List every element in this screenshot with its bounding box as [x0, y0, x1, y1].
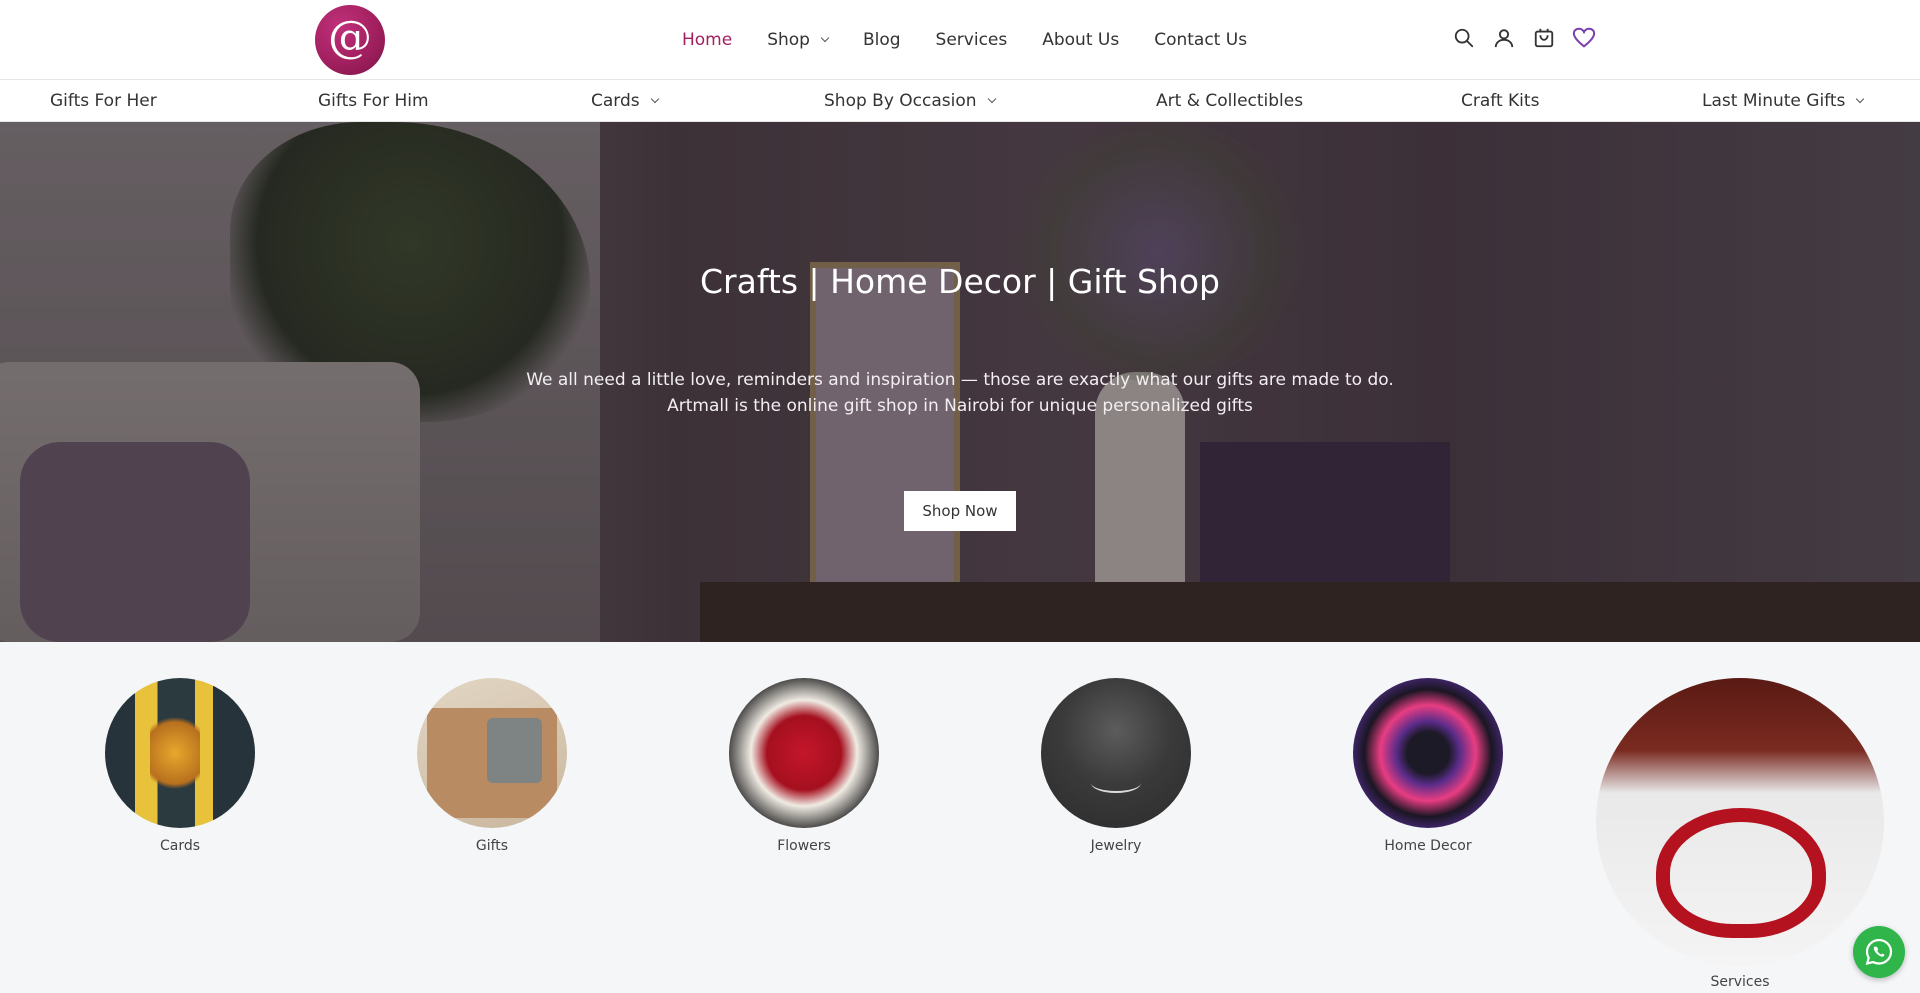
nav-blog-label: Blog	[862, 30, 901, 50]
catnav-label: Last Minute Gifts	[1702, 91, 1846, 111]
shop-now-button[interactable]: Shop Now	[904, 491, 1016, 531]
cards-decoration	[150, 708, 200, 798]
category-flowers-label[interactable]: Flowers	[704, 838, 904, 854]
nav-home[interactable]: Home	[682, 30, 732, 50]
account-icon[interactable]	[1492, 26, 1516, 50]
chevron-down-icon	[987, 94, 996, 104]
catnav-label: Craft Kits	[1461, 91, 1540, 111]
nav-shop-label: Shop	[767, 30, 810, 50]
catnav-cards[interactable]: Cards	[591, 80, 659, 122]
catnav-label: Gifts For Him	[318, 91, 429, 111]
catnav-gifts-for-him[interactable]: Gifts For Him	[318, 80, 429, 122]
hero-title: Crafts | Home Decor | Gift Shop	[700, 262, 1220, 301]
category-flowers-image[interactable]	[729, 678, 879, 828]
nav-blog[interactable]: Blog	[863, 30, 901, 50]
category-home-decor-label[interactable]: Home Decor	[1328, 838, 1528, 854]
catnav-shop-by-occasion[interactable]: Shop By Occasion	[824, 80, 996, 122]
header-icons	[1452, 26, 1612, 50]
catnav-last-minute-gifts[interactable]: Last Minute Gifts	[1702, 80, 1865, 122]
nav-services-label: Services	[935, 30, 1008, 50]
site-logo[interactable]: @	[315, 5, 385, 75]
whatsapp-button[interactable]	[1853, 926, 1905, 978]
cart-icon[interactable]	[1532, 26, 1556, 50]
catnav-label: Art & Collectibles	[1156, 91, 1304, 111]
gifts-mug	[487, 718, 542, 783]
chevron-down-icon	[650, 94, 659, 104]
jewelry-necklace	[1091, 773, 1141, 793]
category-gifts-label[interactable]: Gifts	[392, 838, 592, 854]
category-services-image[interactable]	[1596, 678, 1884, 966]
hero-description: We all need a little love, reminders and…	[526, 370, 1394, 416]
nav-shop[interactable]: Shop	[767, 30, 830, 50]
category-jewelry-image[interactable]	[1041, 678, 1191, 828]
category-home-decor-image[interactable]	[1353, 678, 1503, 828]
whatsapp-icon	[1865, 938, 1893, 966]
catnav-art-collectibles[interactable]: Art & Collectibles	[1156, 80, 1303, 122]
category-cards-image[interactable]	[105, 678, 255, 828]
hero-banner: Crafts | Home Decor | Gift Shop We all n…	[0, 122, 1920, 642]
catnav-label: Gifts For Her	[50, 91, 157, 111]
main-nav: Home Shop Blog Services About Us Contact…	[682, 0, 1282, 80]
category-services-label[interactable]: Services	[1640, 974, 1840, 990]
category-circles: Cards Gifts Flowers Jewelry Home Decor S…	[0, 642, 1920, 993]
nav-home-label: Home	[682, 30, 733, 50]
wishlist-heart-icon[interactable]	[1572, 26, 1596, 50]
nav-services[interactable]: Services	[936, 30, 1008, 50]
catnav-gifts-for-her[interactable]: Gifts For Her	[50, 80, 157, 122]
nav-about-us[interactable]: About Us	[1042, 30, 1119, 50]
nav-contact-label: Contact Us	[1154, 30, 1248, 50]
search-icon[interactable]	[1452, 26, 1476, 50]
logo-glyph: @	[328, 12, 372, 63]
category-cards-label[interactable]: Cards	[80, 838, 280, 854]
catnav-craft-kits[interactable]: Craft Kits	[1461, 80, 1539, 122]
services-petal-heart	[1656, 808, 1826, 938]
nav-contact-us[interactable]: Contact Us	[1154, 30, 1247, 50]
site-header: @ Home Shop Blog Services About Us Conta…	[0, 0, 1920, 80]
nav-about-label: About Us	[1042, 30, 1120, 50]
catnav-label: Cards	[591, 91, 640, 111]
category-jewelry-label[interactable]: Jewelry	[1016, 838, 1216, 854]
catnav-label: Shop By Occasion	[824, 91, 977, 111]
chevron-down-icon	[820, 33, 830, 43]
chevron-down-icon	[1856, 94, 1865, 104]
category-nav: Gifts For Her Gifts For Him Cards Shop B…	[0, 80, 1920, 122]
category-gifts-image[interactable]	[417, 678, 567, 828]
